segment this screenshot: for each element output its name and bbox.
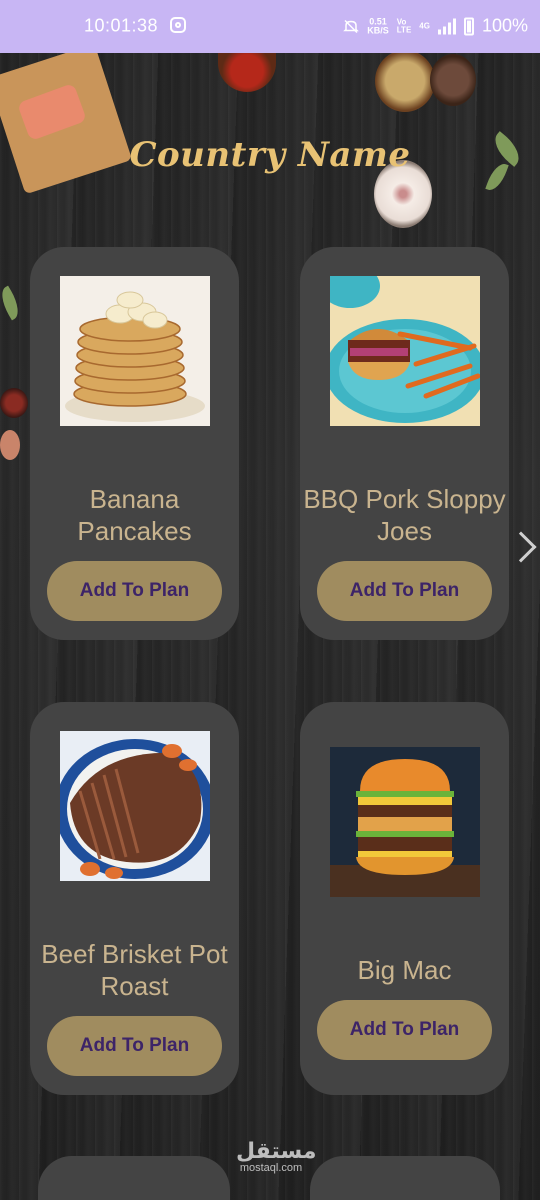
- volte-bottom: LTE: [396, 25, 412, 34]
- pepper-bowl-decoration: [430, 54, 476, 106]
- battery-level: 100%: [481, 15, 528, 36]
- add-to-plan-button[interactable]: Add To Plan: [47, 1016, 222, 1076]
- watermark-latin: mostaql.com: [239, 1162, 303, 1174]
- meal-name: Beef Brisket Pot Roast: [41, 939, 228, 1001]
- net-speed-unit: KB/S: [367, 25, 389, 35]
- status-time: 10:01:38: [84, 15, 159, 36]
- watermark-arabic: مستقل: [236, 1138, 317, 1163]
- meal-card-partial[interactable]: [38, 1156, 230, 1200]
- spice-decoration: [0, 430, 20, 460]
- signal-icon: [437, 18, 456, 34]
- big-mac-image: [330, 747, 480, 897]
- grain-bowl-decoration: [375, 50, 435, 112]
- pancakes-image: [60, 276, 210, 426]
- meal-name: Big Mac: [357, 955, 452, 985]
- sloppy-joe-image: [330, 276, 480, 426]
- meal-name: BBQ Pork Sloppy Joes: [303, 484, 506, 546]
- status-bar: 10:01:38 0.51 KB/S Vo LTE 4G 100%: [0, 0, 540, 53]
- meal-card[interactable]: BBQ Pork Sloppy Joes Add To Plan: [300, 247, 509, 640]
- battery-icon: [463, 17, 474, 35]
- instagram-icon: [170, 17, 186, 33]
- page-title: Country Name: [129, 135, 411, 175]
- network-type: 4G: [419, 21, 430, 30]
- add-to-plan-button[interactable]: Add To Plan: [317, 1000, 492, 1060]
- watermark: مستقل mostaql.com: [236, 1138, 317, 1175]
- brisket-image: [60, 731, 210, 881]
- meal-card-partial[interactable]: [310, 1156, 500, 1200]
- add-to-plan-button[interactable]: Add To Plan: [317, 561, 492, 621]
- meal-name: Banana Pancakes: [77, 484, 192, 546]
- meal-card[interactable]: Beef Brisket Pot Roast Add To Plan: [30, 702, 239, 1095]
- mute-icon: [343, 19, 360, 33]
- meal-card[interactable]: Banana Pancakes Add To Plan: [30, 247, 239, 640]
- volte-indicator: Vo LTE: [397, 18, 412, 34]
- status-indicators: 0.51 KB/S Vo LTE 4G 100%: [343, 16, 528, 37]
- spice-decoration: [0, 388, 28, 418]
- meal-card[interactable]: Big Mac Add To Plan: [300, 702, 509, 1095]
- add-to-plan-button[interactable]: Add To Plan: [47, 561, 222, 621]
- net-speed: 0.51 KB/S: [367, 17, 389, 35]
